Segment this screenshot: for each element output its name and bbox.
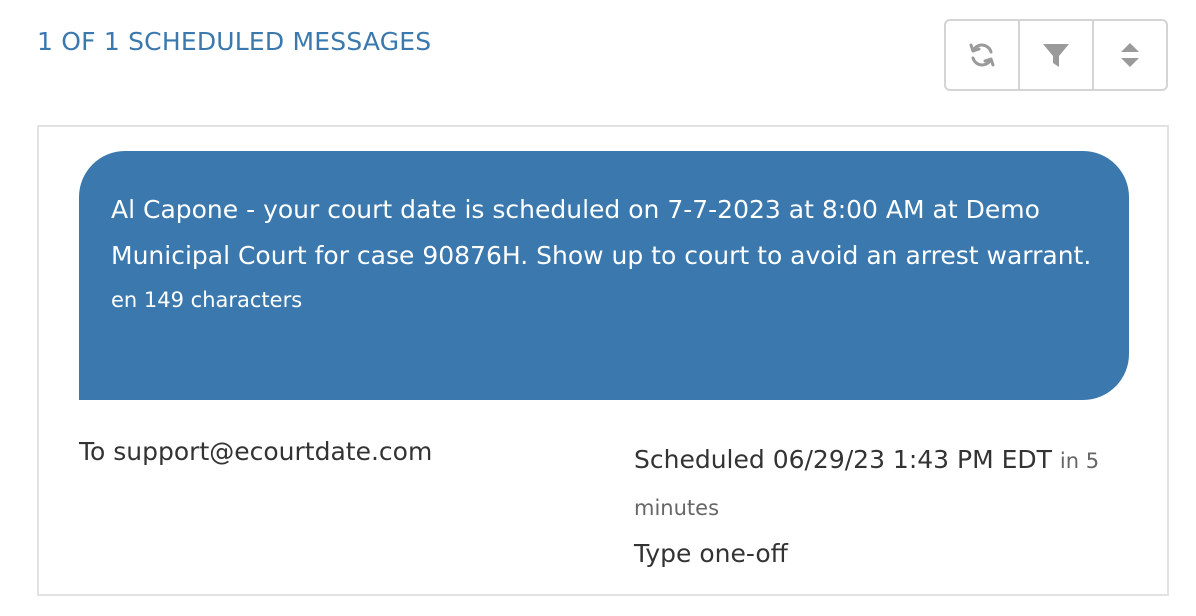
schedule-info: Scheduled 06/29/23 1:43 PM EDT in 5 minu… (634, 437, 1134, 577)
page-title: 1 OF 1 SCHEDULED MESSAGES (37, 27, 432, 56)
message-type: Type one-off (634, 539, 788, 568)
toolbar (944, 19, 1168, 91)
recipient-line: To support@ecourtdate.com (79, 437, 433, 466)
message-bubble[interactable]: Al Capone - your court date is scheduled… (79, 151, 1129, 400)
sort-icon (1118, 40, 1142, 70)
refresh-icon (967, 40, 997, 70)
filter-button[interactable] (1020, 21, 1094, 89)
sort-button[interactable] (1094, 21, 1166, 89)
scheduled-message-card: Al Capone - your court date is scheduled… (37, 125, 1169, 596)
message-meta: en 149 characters (111, 288, 303, 312)
message-text: Al Capone - your court date is scheduled… (111, 195, 1092, 270)
filter-icon (1041, 40, 1071, 70)
refresh-button[interactable] (946, 21, 1020, 89)
scheduled-label: Scheduled 06/29/23 1:43 PM EDT (634, 445, 1052, 474)
